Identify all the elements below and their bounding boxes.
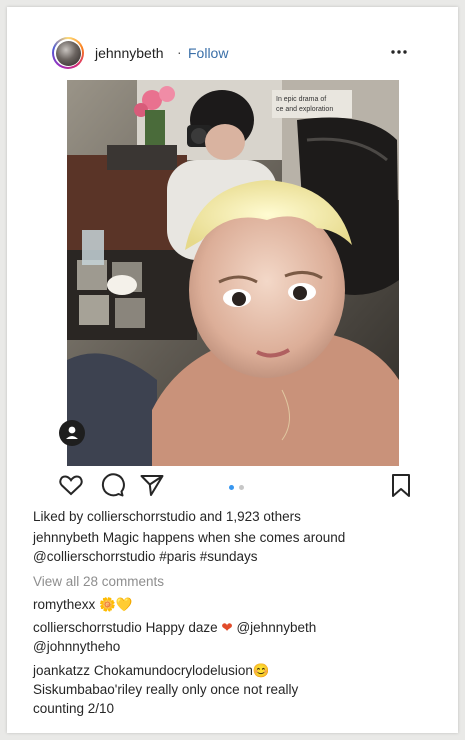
comment-text: Happy daze [145,620,218,635]
likes-count[interactable]: Liked by collierschorrstudio and 1,923 o… [33,507,301,526]
heart-icon[interactable] [58,472,84,498]
carousel-dot [239,485,244,490]
comment-username[interactable]: collierschorrstudio [33,620,142,635]
follow-button[interactable]: Follow [188,45,228,61]
comment-romythexx: romythexx 🌼💛 [33,595,133,614]
smile-emoji: 😊 [252,663,270,678]
caption-username[interactable]: jehnnybeth [33,530,99,545]
comment-joankatzz: joankatzz Chokamundocrylodelusion😊 [33,661,270,680]
poster-text-2: ce and exploration [276,106,333,113]
comment-mention-line-2[interactable]: @johnnytheho [33,637,120,656]
caption-line-1: jehnnybeth Magic happens when she comes … [33,528,345,547]
share-icon[interactable] [139,472,165,498]
separator-dot: · [177,44,182,60]
heart-emoji: ❤ [221,620,233,635]
comment-text: Chokamundocrylodelusion [93,663,253,678]
more-options-icon[interactable] [390,43,408,61]
comment-emoji: 🌼💛 [99,597,133,612]
comment-text-line-2: Siskumbabao'riley really only once not r… [33,682,299,697]
username-link[interactable]: jehnnybeth [95,45,164,61]
poster-text-1: In epic drama of [276,96,326,103]
post-header: jehnnybeth · Follow [7,37,458,83]
avatar[interactable] [52,37,84,69]
comment-text-line-3: counting 2/10 [33,701,115,716]
comment-icon[interactable] [99,472,125,498]
selfie-image: In epic drama of ce and exploration [67,80,399,466]
carousel-indicator [229,485,249,491]
user-tag-icon[interactable] [59,420,85,446]
avatar-photo [55,40,81,66]
caption-text-1: Magic happens when she comes around [102,530,346,545]
bookmark-icon[interactable] [388,472,414,498]
comment-mention[interactable]: @jehnnybeth [236,620,316,635]
carousel-dot-active [229,485,234,490]
instagram-post-card: jehnnybeth · Follow In epic drama of ce … [7,7,458,733]
comment-collierschorrstudio: collierschorrstudio Happy daze ❤ @jehnny… [33,618,316,637]
comment-username[interactable]: romythexx [33,597,95,612]
caption-line-2[interactable]: @collierschorrstudio #paris #sundays [33,547,258,566]
view-all-comments-link[interactable]: View all 28 comments [33,572,164,591]
comment-username[interactable]: joankatzz [33,663,90,678]
post-photo[interactable]: In epic drama of ce and exploration [67,80,399,466]
